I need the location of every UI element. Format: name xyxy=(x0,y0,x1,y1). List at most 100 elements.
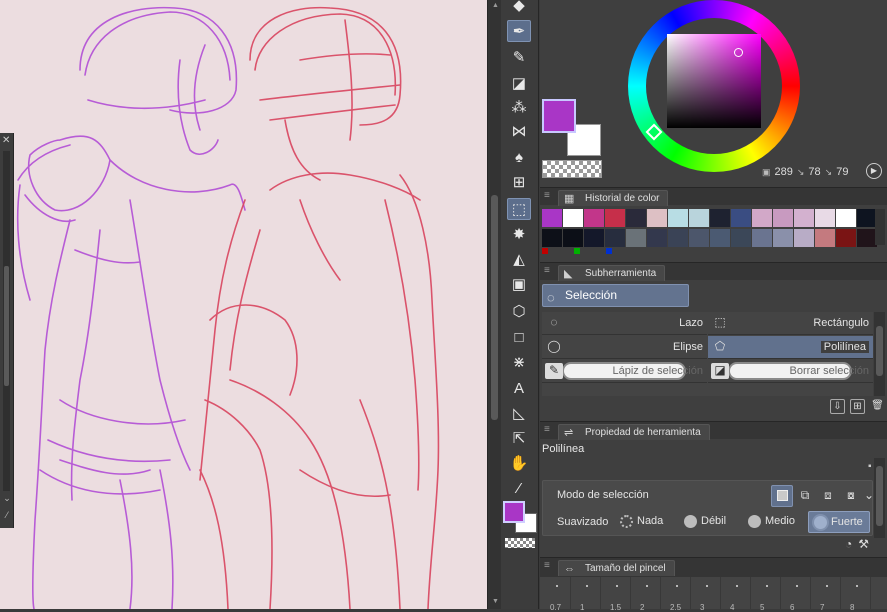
color-swatch[interactable] xyxy=(605,209,625,227)
smooth-option-strong[interactable]: Fuerte xyxy=(808,511,870,533)
color-swatch[interactable] xyxy=(773,209,793,227)
hand-tool-icon[interactable]: ✋ xyxy=(507,452,531,474)
saturation-value-square[interactable] xyxy=(667,34,761,128)
brush-size-dot[interactable] xyxy=(796,585,798,587)
eraser-tool-icon[interactable]: ◪ xyxy=(507,72,531,94)
color-swatch[interactable] xyxy=(668,229,688,247)
main-color-swatch-large[interactable] xyxy=(542,99,576,133)
hsv-mode-icon[interactable]: ▣ xyxy=(762,167,771,178)
subtool-group-selection[interactable]: ◌ Selección xyxy=(542,284,689,307)
operation-tool-icon[interactable]: ⬡ xyxy=(507,300,531,322)
reset-icon[interactable]: ◔ xyxy=(845,537,852,551)
color-swatch[interactable] xyxy=(563,229,583,247)
brush-size-dot[interactable] xyxy=(736,585,738,587)
color-swatch[interactable] xyxy=(773,229,793,247)
gradient-tool-icon[interactable]: ▣ xyxy=(507,273,531,295)
floating-panel-scrollbar[interactable] xyxy=(3,151,10,491)
color-swatch[interactable] xyxy=(605,229,625,247)
color-swatch[interactable] xyxy=(752,209,772,227)
pencil-tool-icon[interactable]: ✎ xyxy=(507,46,531,68)
color-swatch[interactable] xyxy=(794,209,814,227)
canvas-vertical-scrollbar[interactable]: ▲ ▼ xyxy=(487,0,501,609)
color-swatch[interactable] xyxy=(584,229,604,247)
wrench-icon[interactable]: ⚒ xyxy=(858,537,869,551)
add-selection-mode-icon[interactable]: ⧉ xyxy=(794,485,816,507)
color-swatch[interactable] xyxy=(731,229,751,247)
duplicate-subtool-icon[interactable]: ⊞ xyxy=(850,399,865,414)
tab-subtool[interactable]: ◣ Subherramienta xyxy=(558,265,666,281)
move-layer-icon[interactable]: ⇱ xyxy=(507,427,531,449)
frame-tool-icon[interactable]: ⋇ xyxy=(507,351,531,373)
trash-icon[interactable]: 🗑 xyxy=(870,399,885,414)
close-icon[interactable]: ✕ xyxy=(2,135,10,146)
grip-icon[interactable]: ≡ xyxy=(544,190,550,201)
tab-tool-property[interactable]: ⇌ Propiedad de herramienta xyxy=(558,424,710,440)
figure-ruler-icon[interactable]: ⊞ xyxy=(507,171,531,193)
pen-tool-icon[interactable]: ✒ xyxy=(507,20,531,42)
tool-property-scrollbar[interactable] xyxy=(874,458,885,538)
color-mode-toggle-icon[interactable]: ▶ xyxy=(866,163,882,179)
sv-cursor[interactable] xyxy=(734,48,743,57)
airbrush-tool-icon[interactable]: ⁂ xyxy=(507,96,531,118)
brush-size-dot[interactable] xyxy=(676,585,678,587)
brush-size-dot[interactable] xyxy=(856,585,858,587)
color-swatch[interactable] xyxy=(752,229,772,247)
subtract-selection-mode-icon[interactable]: ⧈ xyxy=(817,485,839,507)
brush-size-dot[interactable] xyxy=(616,585,618,587)
color-swatch[interactable] xyxy=(626,229,646,247)
scroll-down-icon[interactable]: ▼ xyxy=(492,598,499,605)
color-swatch[interactable] xyxy=(857,209,877,227)
color-swatch[interactable] xyxy=(647,229,667,247)
transparent-color-swatch-large[interactable] xyxy=(542,160,602,178)
color-swatch[interactable] xyxy=(542,229,562,247)
color-swatch[interactable] xyxy=(626,209,646,227)
toolbar-color-swatches[interactable] xyxy=(503,500,537,534)
fill-tool-icon[interactable]: ◭ xyxy=(507,248,531,270)
chevron-down-icon[interactable]: ⌄ xyxy=(1,493,13,505)
color-swatch[interactable] xyxy=(794,229,814,247)
smooth-option-weak[interactable]: Débil xyxy=(679,511,732,533)
grip-icon[interactable]: ≡ xyxy=(544,560,550,571)
palette-scrollbar[interactable] xyxy=(875,209,885,245)
blend-tool-icon[interactable]: ♠ xyxy=(507,146,531,168)
import-subtool-icon[interactable]: ⇩ xyxy=(830,399,845,414)
dropper-tool-icon[interactable]: ◆ xyxy=(507,0,531,16)
smooth-option-none[interactable]: Nada xyxy=(615,511,669,533)
text-tool-icon[interactable]: A xyxy=(507,377,531,399)
brush-size-dot[interactable] xyxy=(646,585,648,587)
subtool-rectangle[interactable]: ⬚ Rectángulo xyxy=(708,312,873,335)
selection-tool-icon[interactable]: ⬚ xyxy=(507,198,531,220)
scrollbar-thumb[interactable] xyxy=(491,195,498,420)
brush-size-dot[interactable] xyxy=(556,585,558,587)
subtool-selection-eraser[interactable]: ◪ Borrar selección xyxy=(708,360,873,383)
color-swatch[interactable] xyxy=(710,209,730,227)
color-swatch[interactable] xyxy=(836,209,856,227)
tab-color-history[interactable]: ▦ Historial de color xyxy=(558,190,669,206)
lock-icon[interactable]: ▪ xyxy=(868,461,872,472)
color-swatch[interactable] xyxy=(815,229,835,247)
brush-size-dot[interactable] xyxy=(766,585,768,587)
subtool-scrollbar[interactable] xyxy=(874,312,885,396)
main-color-swatch[interactable] xyxy=(503,501,525,523)
trash-icon[interactable] xyxy=(0,511,12,523)
eyedropper-tool-icon[interactable]: ⁄ xyxy=(507,477,531,499)
color-swatch[interactable] xyxy=(815,209,835,227)
color-swatch[interactable] xyxy=(731,209,751,227)
subtool-ellipse[interactable]: ◯ Elipse xyxy=(542,336,707,359)
brush-size-dot[interactable] xyxy=(826,585,828,587)
new-selection-mode-icon[interactable] xyxy=(771,485,793,507)
correction-tool-icon[interactable]: ◺ xyxy=(507,402,531,424)
tab-brush-size[interactable]: ⇔ Tamaño del pincel xyxy=(558,560,675,576)
grip-icon[interactable]: ≡ xyxy=(544,265,550,276)
auto-select-icon[interactable]: ✸ xyxy=(507,223,531,245)
brush-size-dot[interactable] xyxy=(586,585,588,587)
rectangle-tool-icon[interactable]: □ xyxy=(507,326,531,348)
color-swatch[interactable] xyxy=(647,209,667,227)
decoration-tool-icon[interactable]: ⋈ xyxy=(507,120,531,142)
smooth-option-medium[interactable]: Medio xyxy=(743,511,801,533)
color-swatch[interactable] xyxy=(584,209,604,227)
drawing-canvas[interactable]: ✕ ⌄ ⁄ xyxy=(0,0,487,609)
color-swatch[interactable] xyxy=(542,209,562,227)
color-swatch[interactable] xyxy=(689,229,709,247)
color-swatch[interactable] xyxy=(836,229,856,247)
